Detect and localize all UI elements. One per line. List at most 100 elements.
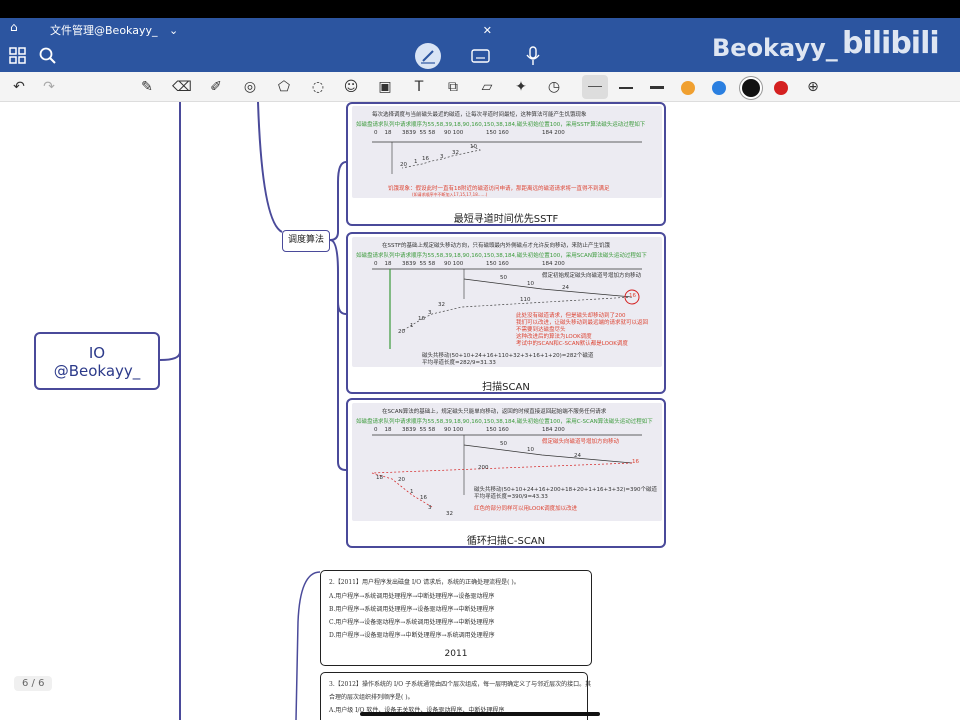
eraser-icon[interactable]: ⌫ bbox=[171, 78, 193, 96]
question-stem: 3.【2012】操作系统的 I/O 子系统通常由四个层次组成，每一层明确定义了与… bbox=[329, 681, 592, 688]
chevron-down-icon[interactable]: ⌄ bbox=[169, 24, 178, 37]
dist-label: 20 bbox=[398, 329, 405, 335]
bilibili-logo: bilibili bbox=[842, 26, 940, 61]
tick: 55 58 bbox=[419, 261, 436, 267]
cscan-direction: 假定磁头向磁道号增加方向移动 bbox=[542, 439, 620, 445]
microphone-icon[interactable] bbox=[524, 45, 542, 67]
tick: 90 100 bbox=[444, 427, 464, 433]
sstf-request: 如磁盘请求队列中请求顺序为55,58,39,18,90,160,150,38,1… bbox=[356, 122, 646, 128]
scan-diagram: 在SSTF的基础上规定磁头移动方向，只有磁頭最内外側磁点才允许反向移动，来防止产… bbox=[352, 237, 662, 367]
root-node[interactable]: IO @Beokayy_ bbox=[34, 332, 160, 390]
cscan-request: 如磁盘请求队列中请求顺序为55,58,39,18,90,160,150,38,1… bbox=[356, 419, 653, 425]
undo-icon[interactable]: ↶ bbox=[8, 78, 30, 96]
tick: 0 bbox=[374, 130, 378, 136]
dist-label: 20 bbox=[398, 477, 405, 483]
question-stem: 2.【2011】用户程序发出磁盘 I/O 请求后，系统的正确处理流程是( )。 bbox=[329, 579, 520, 586]
tick: 55 58 bbox=[419, 130, 436, 136]
tab-title: 文件管理@Beokayy_ bbox=[50, 24, 158, 37]
question-card-2011[interactable]: 2.【2011】用户程序发出磁盘 I/O 请求后，系统的正确处理流程是( )。 … bbox=[320, 570, 592, 666]
dist-label: 1 bbox=[410, 489, 414, 495]
tick: 0 bbox=[374, 261, 378, 267]
dist-label: 18 bbox=[376, 475, 383, 481]
sstf-track-chart bbox=[372, 141, 642, 174]
sstf-diagram: 每次选择调度与当前磁头最近的磁道，让每次寻道时间最短，这种算法可能产生饥饿现象 … bbox=[352, 106, 662, 198]
dist-label: 1 bbox=[410, 323, 414, 329]
cscan-ticks: 0 18 3839 55 58 90 100 150 160 184 200 bbox=[374, 427, 565, 433]
home-indicator[interactable] bbox=[360, 712, 600, 716]
note-canvas[interactable]: IO @Beokayy_ 调度算法 每次选择调度与当前磁头最近的磁道，让每次寻道… bbox=[0, 102, 960, 720]
sstf-card[interactable]: 每次选择调度与当前磁头最近的磁道，让每次寻道时间最短，这种算法可能产生饥饿现象 … bbox=[346, 102, 666, 226]
lasso-icon[interactable]: ◎ bbox=[239, 78, 261, 96]
dist-label: 50 bbox=[500, 275, 507, 281]
dist-label: 1 bbox=[414, 159, 418, 165]
close-tab-icon[interactable]: ✕ bbox=[483, 21, 492, 40]
scan-caption: 扫描SCAN bbox=[482, 382, 530, 393]
keyboard-icon[interactable] bbox=[470, 47, 492, 65]
dist-label: 24 bbox=[562, 285, 569, 291]
color-blue-swatch[interactable] bbox=[712, 81, 726, 95]
add-color-icon[interactable]: ⊕ bbox=[802, 78, 824, 96]
image-icon[interactable]: ▣ bbox=[374, 78, 396, 96]
tick: 150 160 bbox=[485, 130, 509, 136]
dist-label: 32 bbox=[452, 150, 459, 156]
stroke-thick-button[interactable] bbox=[650, 86, 664, 89]
status-bar bbox=[0, 0, 960, 18]
tick: 184 200 bbox=[541, 427, 565, 433]
color-orange-swatch[interactable] bbox=[681, 81, 695, 95]
cscan-card[interactable]: 在SCAN算法的基础上，规定磁头只能单向移动，返回的时候直接返回起始端不服务任何… bbox=[346, 398, 666, 548]
tick: 18 bbox=[384, 427, 392, 433]
redo-icon[interactable]: ↷ bbox=[38, 78, 60, 96]
page-indicator: 6 / 6 bbox=[14, 676, 53, 691]
tick: 90 100 bbox=[444, 130, 464, 136]
tick: 18 bbox=[384, 130, 392, 136]
dist-label: 10 bbox=[527, 447, 534, 453]
camera-icon[interactable]: ⧉ bbox=[442, 78, 464, 96]
tick: 90 100 bbox=[444, 261, 464, 267]
tick: 150 160 bbox=[485, 261, 509, 267]
dist-label: 10 bbox=[470, 144, 477, 150]
branch-node-scheduling[interactable]: 调度算法 bbox=[282, 230, 330, 252]
cscan-header: 在SCAN算法的基础上，规定磁头只能单向移动，返回的时候直接返回起始端不服务任何… bbox=[382, 409, 607, 415]
highlighter-icon[interactable]: ✐ bbox=[205, 78, 227, 96]
thin-line-swatch bbox=[588, 86, 602, 87]
tick: 3839 bbox=[402, 130, 416, 136]
color-black-swatch[interactable] bbox=[742, 79, 760, 97]
watermark-text: Beokayy_ bbox=[712, 34, 838, 62]
scan-direction: 假定初始规定磁头向磁道号增加方向移动 bbox=[542, 273, 642, 279]
ruler-icon[interactable]: ▱ bbox=[476, 78, 498, 96]
dist-label: 3 bbox=[428, 505, 432, 511]
dist-label: 16 bbox=[420, 495, 427, 501]
option-b: B.用户程序→系统调用处理程序→设备驱动程序→中断处理程序 bbox=[329, 606, 495, 613]
stroke-thin-button[interactable] bbox=[582, 75, 608, 99]
scan-card[interactable]: 在SSTF的基础上规定磁头移动方向，只有磁頭最内外側磁点才允许反向移动，来防止产… bbox=[346, 232, 666, 394]
home-icon[interactable]: ⌂ bbox=[10, 20, 26, 36]
grid-icon[interactable] bbox=[8, 46, 28, 66]
dist-label: 200 bbox=[478, 465, 489, 471]
pen-tool-icon[interactable]: ✎ bbox=[136, 78, 158, 96]
dist-label: 3 bbox=[440, 154, 444, 160]
dist-label: 3 bbox=[428, 310, 432, 316]
scan-ticks: 0 18 3839 55 58 90 100 150 160 184 200 bbox=[374, 261, 565, 267]
color-red-swatch[interactable] bbox=[774, 81, 788, 95]
select-icon[interactable]: ◌ bbox=[307, 78, 329, 96]
text-icon[interactable]: T bbox=[408, 78, 430, 96]
stroke-medium-button[interactable] bbox=[619, 87, 633, 89]
cscan-diagram: 在SCAN算法的基础上，规定磁头只能单向移动，返回的时候直接返回起始端不服务任何… bbox=[352, 403, 662, 521]
scan-request: 如磁盘请求队列中请求顺序为55,58,39,18,90,160,150,38,1… bbox=[356, 253, 647, 259]
dist-label: 16 bbox=[629, 293, 636, 299]
shapes-icon[interactable]: ⬠ bbox=[273, 78, 295, 96]
laser-icon[interactable]: ✦ bbox=[510, 78, 532, 96]
search-icon[interactable] bbox=[38, 46, 58, 66]
dist-label: 20 bbox=[400, 162, 407, 168]
tick: 150 160 bbox=[485, 427, 509, 433]
document-tab[interactable]: 文件管理@Beokayy_ ⌄ ✕ bbox=[40, 21, 500, 40]
tick: 184 200 bbox=[541, 130, 565, 136]
scan-avg: 平均寻道长度=282/9=31.33 bbox=[422, 360, 496, 366]
timer-icon[interactable]: ◷ bbox=[543, 78, 565, 96]
scan-note-5: 考试中的SCAN和C-SCAN默认都是LOOK调度 bbox=[516, 341, 628, 347]
tick: 3839 bbox=[402, 261, 416, 267]
dist-label: 24 bbox=[574, 453, 581, 459]
sticker-icon[interactable]: ☺ bbox=[340, 78, 362, 96]
sstf-ticks: 0 18 3839 55 58 90 100 150 160 184 200 bbox=[374, 130, 565, 136]
pen-mode-button[interactable] bbox=[415, 43, 441, 69]
